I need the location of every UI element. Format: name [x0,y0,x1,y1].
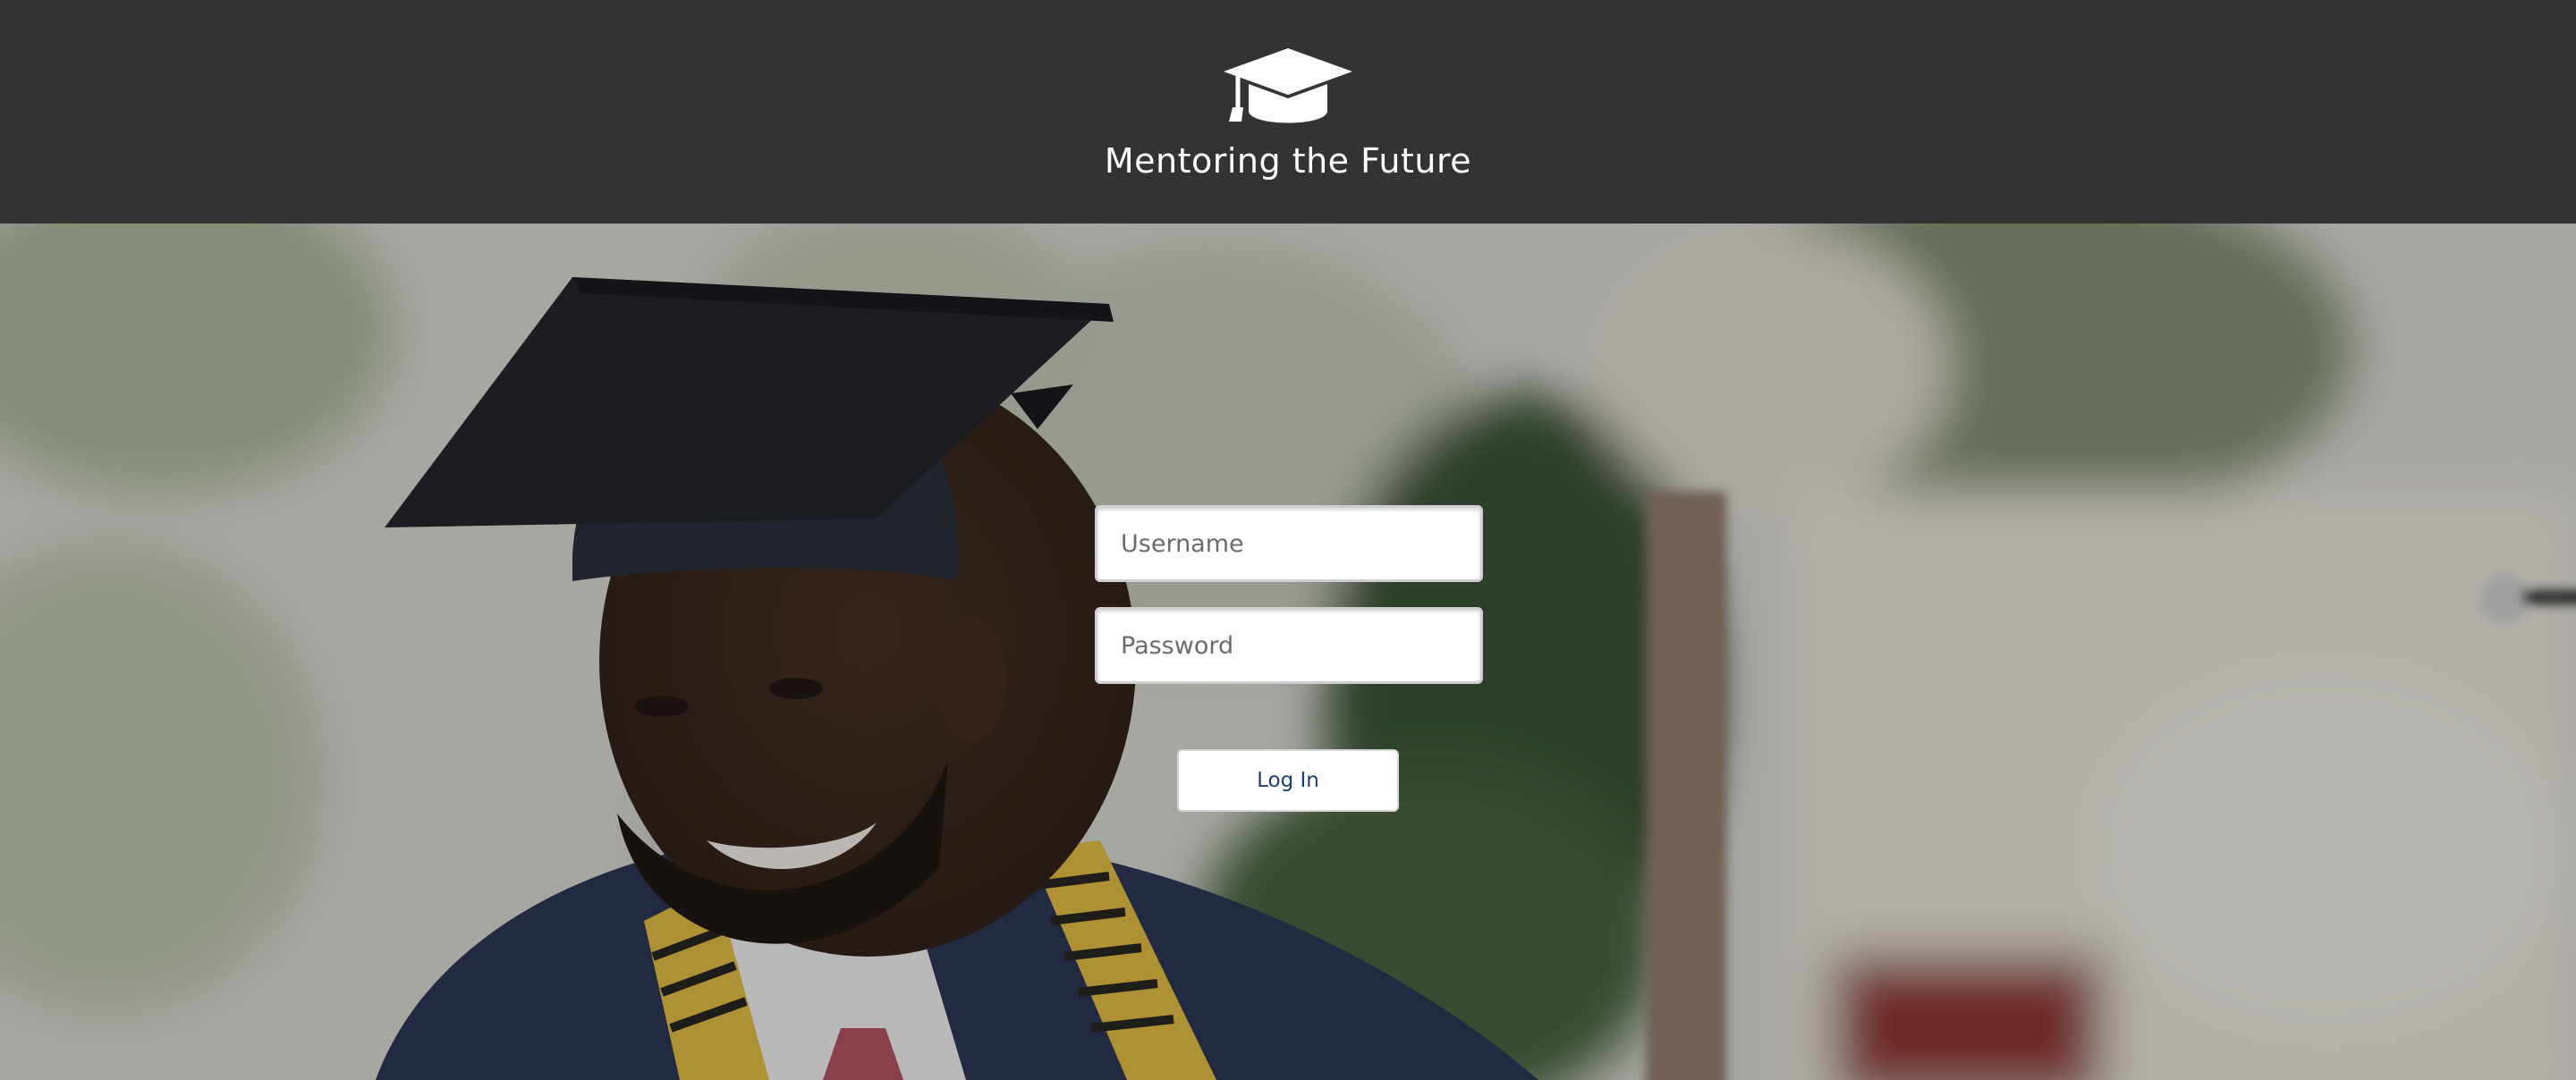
login-form: Log In [0,0,2576,1080]
login-page: Mentoring the Future Username Log In [0,0,2576,1080]
login-button[interactable]: Log In [1177,749,1399,812]
password-field[interactable] [1095,607,1483,684]
username-field[interactable] [1095,505,1483,582]
